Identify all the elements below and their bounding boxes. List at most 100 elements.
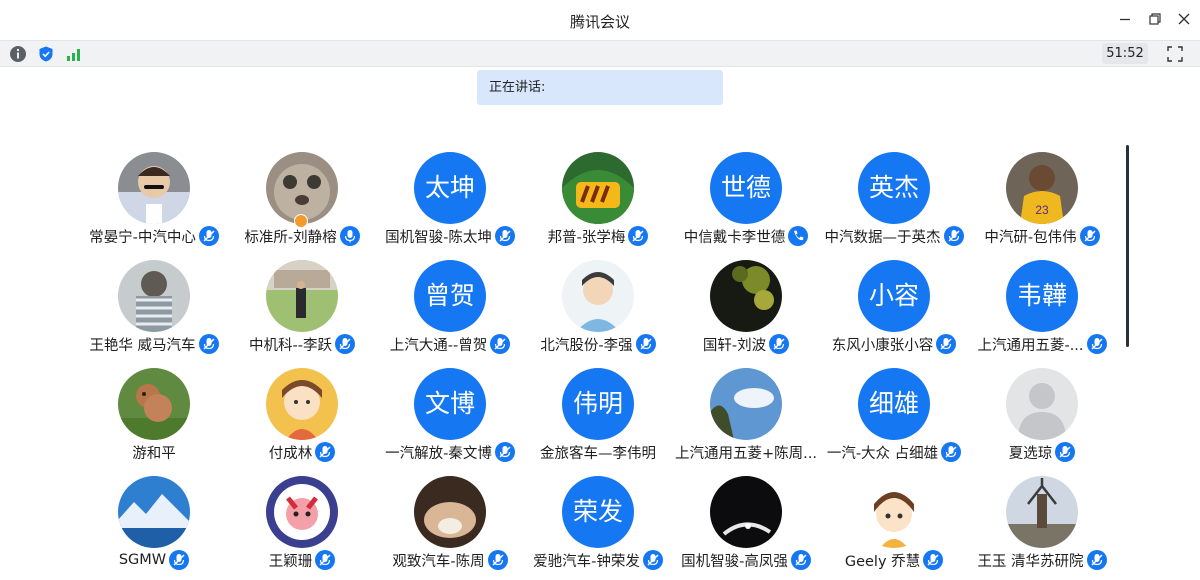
mic-muted-icon[interactable] bbox=[315, 550, 336, 570]
avatar: 伟明 bbox=[562, 368, 634, 440]
mic-muted-icon[interactable] bbox=[769, 334, 790, 354]
participant-label: 中汽研-包伟伟 bbox=[968, 225, 1116, 247]
participant-tile[interactable]: 王玉 清华苏研院 bbox=[968, 476, 1116, 580]
participant-name: 上汽通用五菱+陈周... bbox=[675, 445, 817, 462]
participant-tile[interactable]: 细雄 一汽-大众 占细雄 bbox=[820, 368, 968, 472]
participant-name: 东风小康张小容 bbox=[831, 337, 934, 354]
participant-tile[interactable]: SGMW bbox=[80, 476, 228, 580]
avatar bbox=[118, 368, 190, 440]
participant-tile[interactable]: 游和平 bbox=[80, 368, 228, 472]
avatar bbox=[858, 476, 930, 548]
mic-muted-icon[interactable] bbox=[198, 226, 219, 246]
participant-label: 王颖珊 bbox=[228, 549, 376, 571]
mic-muted-icon[interactable] bbox=[334, 334, 355, 354]
participant-tile[interactable]: 曾贺 上汽大通--曾贺 bbox=[376, 260, 524, 364]
mic-muted-icon[interactable] bbox=[790, 550, 811, 570]
participant-label: 国机智骏-陈太坤 bbox=[376, 225, 524, 247]
participant-label: 北汽股份-李强 bbox=[524, 333, 672, 355]
mic-muted-icon[interactable] bbox=[494, 442, 515, 462]
participant-tile[interactable]: 国机智骏-高凤强 bbox=[672, 476, 820, 580]
mic-muted-icon[interactable] bbox=[943, 226, 964, 246]
avatar: 世德 bbox=[710, 152, 782, 224]
participant-name: 中汽数据—于英杰 bbox=[824, 229, 941, 246]
participant-name: 上汽通用五菱-... bbox=[977, 337, 1084, 354]
participant-tile[interactable]: 中机科--李跃 bbox=[228, 260, 376, 364]
avatar bbox=[266, 260, 338, 332]
participant-label: 邦普-张学梅 bbox=[524, 225, 672, 247]
participant-name: 中机科--李跃 bbox=[249, 337, 332, 354]
participant-tile[interactable]: 常晏宁-中汽中心 bbox=[80, 152, 228, 256]
avatar: 韦韡 bbox=[1006, 260, 1078, 332]
participant-name: 国机智骏-陈太坤 bbox=[385, 229, 492, 246]
participant-label: 上汽大通--曾贺 bbox=[376, 333, 524, 355]
avatar bbox=[562, 260, 634, 332]
avatar bbox=[118, 476, 190, 548]
participant-label: 王艳华 威马汽车 bbox=[80, 333, 228, 355]
avatar: 小容 bbox=[858, 260, 930, 332]
mic-muted-icon[interactable] bbox=[936, 334, 957, 354]
mic-muted-icon[interactable] bbox=[1079, 226, 1100, 246]
participant-tile[interactable]: 小容 东风小康张小容 bbox=[820, 260, 968, 364]
participant-tile[interactable]: 文博 一汽解放-秦文博 bbox=[376, 368, 524, 472]
participant-label: SGMW bbox=[80, 549, 228, 571]
avatar bbox=[266, 368, 338, 440]
mic-muted-icon[interactable] bbox=[923, 550, 944, 570]
phone-icon[interactable] bbox=[788, 226, 809, 246]
participant-tile[interactable]: 北汽股份-李强 bbox=[524, 260, 672, 364]
participant-tile[interactable]: 邦普-张学梅 bbox=[524, 152, 672, 256]
avatar bbox=[1006, 368, 1078, 440]
participant-tile[interactable]: 观致汽车-陈周 bbox=[376, 476, 524, 580]
mic-muted-icon[interactable] bbox=[635, 334, 656, 354]
mic-muted-icon[interactable] bbox=[1055, 442, 1076, 462]
participant-tile[interactable]: 英杰 中汽数据—于英杰 bbox=[820, 152, 968, 256]
mic-muted-icon[interactable] bbox=[1086, 334, 1107, 354]
participant-name: 王艳华 威马汽车 bbox=[89, 337, 196, 354]
participant-tile[interactable]: 夏选琼 bbox=[968, 368, 1116, 472]
participant-name: 标准所-刘静榕 bbox=[244, 229, 337, 246]
participant-name: 中汽研-包伟伟 bbox=[984, 229, 1077, 246]
participant-name: 邦普-张学梅 bbox=[547, 229, 626, 246]
participant-grid: 常晏宁-中汽中心 标准所-刘静榕 太坤 国机智骏-陈太坤 邦普-张学梅 世德 中… bbox=[0, 0, 1200, 578]
participant-name: 付成林 bbox=[268, 445, 313, 462]
participant-tile[interactable]: 王颖珊 bbox=[228, 476, 376, 580]
mic-muted-icon[interactable] bbox=[494, 226, 515, 246]
avatar: 英杰 bbox=[858, 152, 930, 224]
mic-muted-icon[interactable] bbox=[169, 550, 190, 570]
mic-on-icon[interactable] bbox=[339, 226, 360, 246]
avatar bbox=[710, 368, 782, 440]
participant-tile[interactable]: 上汽通用五菱+陈周... bbox=[672, 368, 820, 472]
participant-name: 王玉 清华苏研院 bbox=[977, 553, 1084, 570]
participant-label: 东风小康张小容 bbox=[820, 333, 968, 355]
participant-label: 国轩-刘波 bbox=[672, 333, 820, 355]
mic-muted-icon[interactable] bbox=[642, 550, 663, 570]
participant-tile[interactable]: 标准所-刘静榕 bbox=[228, 152, 376, 256]
avatar: 细雄 bbox=[858, 368, 930, 440]
participant-name: 观致汽车-陈周 bbox=[392, 553, 485, 570]
participant-tile[interactable]: Geely 乔慧 bbox=[820, 476, 968, 580]
mic-muted-icon[interactable] bbox=[315, 442, 336, 462]
participant-tile[interactable]: 国轩-刘波 bbox=[672, 260, 820, 364]
participant-name: 一汽-大众 占细雄 bbox=[826, 445, 939, 462]
mic-muted-icon[interactable] bbox=[487, 550, 508, 570]
participant-tile[interactable]: 世德 中信戴卡李世德 bbox=[672, 152, 820, 256]
participant-tile[interactable]: 荣发 爱驰汽车-钟荣发 bbox=[524, 476, 672, 580]
participant-name: 金旅客车—李伟明 bbox=[540, 445, 656, 462]
mic-muted-icon[interactable] bbox=[1086, 550, 1107, 570]
participant-tile[interactable]: 太坤 国机智骏-陈太坤 bbox=[376, 152, 524, 256]
mic-muted-icon[interactable] bbox=[941, 442, 962, 462]
mic-muted-icon[interactable] bbox=[628, 226, 649, 246]
mic-muted-icon[interactable] bbox=[490, 334, 511, 354]
participant-tile[interactable]: 23 中汽研-包伟伟 bbox=[968, 152, 1116, 256]
participant-name: 常晏宁-中汽中心 bbox=[89, 229, 196, 246]
avatar bbox=[710, 476, 782, 548]
participant-tile[interactable]: 伟明 金旅客车—李伟明 bbox=[524, 368, 672, 472]
participant-tile[interactable]: 王艳华 威马汽车 bbox=[80, 260, 228, 364]
participant-tile[interactable]: 韦韡 上汽通用五菱-... bbox=[968, 260, 1116, 364]
mic-muted-icon[interactable] bbox=[198, 334, 219, 354]
participant-label: 王玉 清华苏研院 bbox=[968, 549, 1116, 571]
participant-label: 付成林 bbox=[228, 441, 376, 463]
participant-name: 游和平 bbox=[132, 445, 176, 462]
avatar: 荣发 bbox=[562, 476, 634, 548]
participant-tile[interactable]: 付成林 bbox=[228, 368, 376, 472]
scrollbar-thumb[interactable] bbox=[1126, 145, 1129, 347]
